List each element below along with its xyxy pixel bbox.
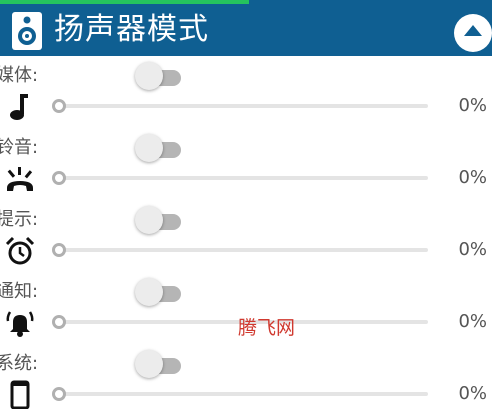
volume-percent: 0%	[458, 311, 487, 332]
slider-thumb[interactable]	[52, 171, 66, 185]
system-toggle[interactable]	[135, 350, 181, 380]
volume-row-ringtone: 铃音: 0%	[0, 128, 492, 200]
toggle-knob	[135, 206, 163, 234]
speaker-mode-screen: 扬声器模式 媒体: 0% 铃音: 0% 提示: 0% 通知: 0% 系统: 0%…	[0, 0, 492, 409]
row-label: 通知:	[0, 281, 39, 302]
page-title: 扬声器模式	[54, 12, 209, 47]
system-volume-slider[interactable]	[52, 387, 428, 401]
volume-percent: 0%	[458, 167, 487, 188]
toggle-knob	[135, 62, 163, 90]
slider-thumb[interactable]	[52, 387, 66, 401]
phone-device-icon	[10, 380, 30, 409]
row-label: 媒体:	[0, 65, 39, 86]
toggle-knob	[135, 278, 163, 306]
alarm-volume-slider[interactable]	[52, 243, 428, 257]
bell-icon	[6, 311, 34, 337]
media-volume-slider[interactable]	[52, 99, 428, 113]
ringing-phone-icon	[7, 167, 33, 191]
volume-row-alarm: 提示: 0%	[0, 200, 492, 272]
slider-thumb[interactable]	[52, 243, 66, 257]
volume-row-media: 媒体: 0%	[0, 56, 492, 128]
ringtone-toggle[interactable]	[135, 134, 181, 164]
loading-progress-bar	[0, 0, 249, 4]
row-label: 铃音:	[0, 137, 39, 158]
slider-track	[58, 392, 428, 396]
slider-thumb[interactable]	[52, 315, 66, 329]
alarm-clock-icon	[5, 236, 35, 265]
alarm-toggle[interactable]	[135, 206, 181, 236]
music-note-icon	[10, 94, 28, 120]
slider-track	[58, 104, 428, 108]
volume-percent: 0%	[458, 239, 487, 260]
row-label: 系统:	[0, 353, 39, 374]
slider-thumb[interactable]	[52, 99, 66, 113]
volume-percent: 0%	[458, 383, 487, 404]
notification-toggle[interactable]	[135, 278, 181, 308]
slider-track	[58, 248, 428, 252]
header-bar: 扬声器模式	[0, 0, 492, 56]
toggle-knob	[135, 350, 163, 378]
ringtone-volume-slider[interactable]	[52, 171, 428, 185]
media-toggle[interactable]	[135, 62, 181, 92]
toggle-knob	[135, 134, 163, 162]
watermark-text: 腾飞网	[238, 317, 296, 339]
volume-percent: 0%	[458, 95, 487, 116]
slider-track	[58, 176, 428, 180]
collapse-button[interactable]	[454, 14, 492, 52]
chevron-up-icon	[464, 25, 482, 36]
speaker-icon	[12, 12, 42, 50]
volume-row-system: 系统: 0%	[0, 344, 492, 409]
row-label: 提示:	[0, 209, 39, 230]
